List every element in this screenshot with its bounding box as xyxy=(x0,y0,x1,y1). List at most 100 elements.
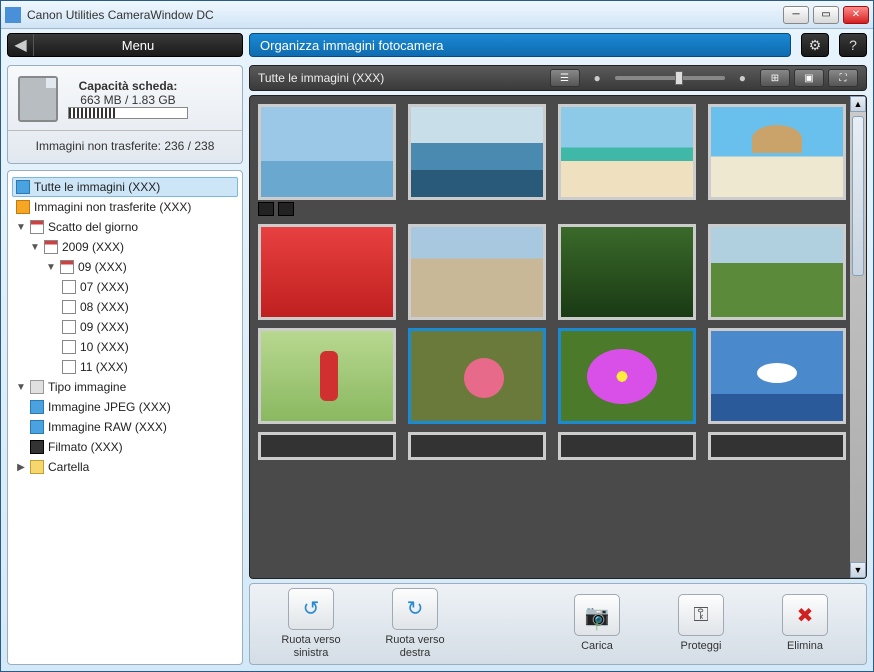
scroll-down-button[interactable]: ▼ xyxy=(850,562,866,578)
grid-header: Tutte le immagini (XXX) ☰ ● ● ⊞ ▣ ⛶ xyxy=(249,65,867,91)
raw-icon xyxy=(30,420,44,434)
delete-button[interactable]: ✖ Elimina xyxy=(762,594,848,653)
grid-header-label: Tutte le immagini (XXX) xyxy=(258,71,384,85)
tree-jpeg[interactable]: Immagine JPEG (XXX) xyxy=(12,397,238,417)
tree-label: 11 (XXX) xyxy=(80,360,128,374)
scrollbar-thumb[interactable] xyxy=(852,116,864,276)
minimize-button[interactable]: ─ xyxy=(783,6,809,24)
all-images-icon xyxy=(16,180,30,194)
thumbnail[interactable] xyxy=(558,224,696,320)
calendar-icon xyxy=(60,260,74,274)
calendar-icon xyxy=(30,220,44,234)
zoom-in-button[interactable]: ● xyxy=(735,71,750,85)
untransferred-count: Immagini non trasferite: 236 / 238 xyxy=(18,139,232,153)
tree-day[interactable]: 09 (XXX) xyxy=(12,317,238,337)
tree-year[interactable]: ▼ 2009 (XXX) xyxy=(12,237,238,257)
help-button[interactable]: ? xyxy=(839,33,867,57)
protect-button[interactable]: ⚿ Proteggi xyxy=(658,594,744,653)
caret-icon[interactable]: ▼ xyxy=(46,262,56,273)
tree-untransferred[interactable]: Immagini non trasferite (XXX) xyxy=(12,197,238,217)
tree-month[interactable]: ▼ 09 (XXX) xyxy=(12,257,238,277)
thumbnail[interactable] xyxy=(258,104,396,200)
tree-label: 07 (XXX) xyxy=(80,280,129,294)
back-icon[interactable]: ◀ xyxy=(8,34,34,56)
upload-button[interactable]: 📷 Carica xyxy=(554,594,640,653)
thumbnail[interactable] xyxy=(558,104,696,200)
app-icon xyxy=(5,7,21,23)
scrollbar[interactable]: ▲ ▼ xyxy=(850,96,866,578)
list-view-button[interactable]: ☰ xyxy=(550,69,580,87)
caret-icon[interactable]: ▶ xyxy=(16,462,26,473)
day-icon xyxy=(62,360,76,374)
card-info-panel: Capacità scheda: 663 MB / 1.83 GB Immagi… xyxy=(7,65,243,164)
protect-icon xyxy=(278,202,294,216)
window-title: Canon Utilities CameraWindow DC xyxy=(27,8,783,22)
capacity-label: Capacità scheda: xyxy=(68,79,188,93)
thumbnail[interactable] xyxy=(258,432,396,460)
folder-icon xyxy=(30,460,44,474)
thumbnail-view-button[interactable]: ⊞ xyxy=(760,69,790,87)
thumbnail-selected[interactable] xyxy=(408,328,546,424)
action-bar: ↺ Ruota verso sinistra ↻ Ruota verso des… xyxy=(249,583,867,665)
tree-day[interactable]: 10 (XXX) xyxy=(12,337,238,357)
calendar-icon xyxy=(44,240,58,254)
thumbnail[interactable] xyxy=(558,432,696,460)
caret-icon[interactable]: ▼ xyxy=(30,242,40,253)
thumbnail[interactable] xyxy=(258,224,396,320)
thumbnail[interactable] xyxy=(408,104,546,200)
tree-folder[interactable]: ▶ Cartella xyxy=(12,457,238,477)
thumbnail[interactable] xyxy=(408,224,546,320)
action-label: Ruota verso sinistra xyxy=(268,634,354,660)
thumbnail-grid: ⬇ ⬇ ⬇ ⬇ ⬇ ⬇ ⬇ ⬇ ⬇ ⬇ ⬇ ⬇ ⬇ xyxy=(249,95,867,579)
movie-icon xyxy=(30,440,44,454)
day-icon xyxy=(62,340,76,354)
thumbnail-selected[interactable] xyxy=(558,328,696,424)
rotate-left-button[interactable]: ↺ Ruota verso sinistra xyxy=(268,588,354,660)
untransferred-icon xyxy=(16,200,30,214)
tree-all-images[interactable]: Tutte le immagini (XXX) xyxy=(12,177,238,197)
settings-button[interactable]: ⚙ xyxy=(801,33,829,57)
thumbnail[interactable] xyxy=(708,432,846,460)
capacity-bar xyxy=(68,107,188,119)
action-label: Elimina xyxy=(787,640,823,653)
zoom-slider[interactable] xyxy=(615,76,725,80)
jpeg-icon xyxy=(30,400,44,414)
tree-by-day[interactable]: ▼ Scatto del giorno xyxy=(12,217,238,237)
upload-icon: 📷 xyxy=(574,594,620,636)
thumbnail[interactable] xyxy=(708,104,846,200)
slideshow-icon xyxy=(258,202,274,216)
close-button[interactable]: ✕ xyxy=(843,6,869,24)
thumbnail[interactable] xyxy=(408,432,546,460)
maximize-button[interactable]: ▭ xyxy=(813,6,839,24)
caret-icon[interactable]: ▼ xyxy=(16,382,26,393)
tree-label: 08 (XXX) xyxy=(80,300,129,314)
scroll-up-button[interactable]: ▲ xyxy=(850,96,866,112)
thumbnail[interactable] xyxy=(708,224,846,320)
rotate-right-button[interactable]: ↻ Ruota verso destra xyxy=(372,588,458,660)
preview-view-button[interactable]: ▣ xyxy=(794,69,824,87)
tree-day[interactable]: 11 (XXX) xyxy=(12,357,238,377)
thumbnail[interactable] xyxy=(708,328,846,424)
toolbar: ◀ Menu Organizza immagini fotocamera ⚙ ? xyxy=(1,29,873,61)
caret-icon[interactable]: ▼ xyxy=(16,222,26,233)
tree-label: Filmato (XXX) xyxy=(48,440,123,454)
action-label: Ruota verso destra xyxy=(372,634,458,660)
thumbnail[interactable] xyxy=(258,328,396,424)
tree-day[interactable]: 08 (XXX) xyxy=(12,297,238,317)
fullscreen-view-button[interactable]: ⛶ xyxy=(828,69,858,87)
action-label: Proteggi xyxy=(681,640,722,653)
help-icon: ? xyxy=(849,37,857,53)
tree-day[interactable]: 07 (XXX) xyxy=(12,277,238,297)
tree-movie[interactable]: Filmato (XXX) xyxy=(12,437,238,457)
tree-label: 09 (XXX) xyxy=(78,260,127,274)
zoom-thumb[interactable] xyxy=(675,71,683,85)
menu-button[interactable]: ◀ Menu xyxy=(7,33,243,57)
sidebar: Capacità scheda: 663 MB / 1.83 GB Immagi… xyxy=(7,65,243,665)
menu-label: Menu xyxy=(34,38,242,53)
tree-raw[interactable]: Immagine RAW (XXX) xyxy=(12,417,238,437)
rotate-right-icon: ↻ xyxy=(392,588,438,630)
main-panel: Tutte le immagini (XXX) ☰ ● ● ⊞ ▣ ⛶ ⬇ ⬇ … xyxy=(249,65,867,665)
sd-card-icon xyxy=(18,76,58,122)
zoom-out-button[interactable]: ● xyxy=(590,71,605,85)
tree-by-type[interactable]: ▼ Tipo immagine xyxy=(12,377,238,397)
